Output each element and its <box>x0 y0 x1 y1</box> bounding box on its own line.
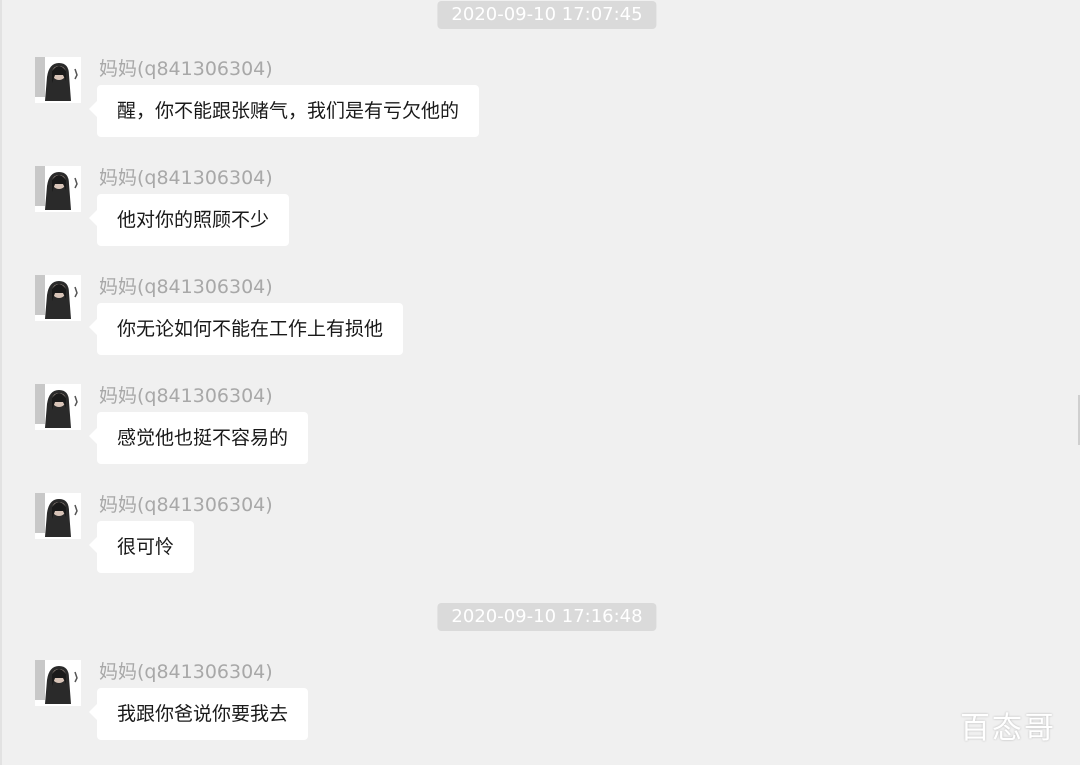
user-avatar-photo-icon[interactable] <box>35 57 81 103</box>
sender-name: 妈妈(q841306304) <box>99 385 273 407</box>
message-row: 妈妈(q841306304) 很可怜 <box>35 493 735 583</box>
message-bubble[interactable]: 很可怜 <box>88 521 195 573</box>
timestamp-divider: 2020-09-10 17:07:45 <box>437 1 657 29</box>
message-bubble[interactable]: 他对你的照顾不少 <box>88 194 290 246</box>
sender-name: 妈妈(q841306304) <box>99 58 273 80</box>
message-row: 妈妈(q841306304) 你无论如何不能在工作上有损他 <box>35 275 735 365</box>
sender-name: 妈妈(q841306304) <box>99 494 273 516</box>
sender-name: 妈妈(q841306304) <box>99 276 273 298</box>
user-avatar-photo-icon[interactable] <box>35 384 81 430</box>
watermark-text: 百态哥 <box>960 711 1056 746</box>
message-bubble[interactable]: 感觉他也挺不容易的 <box>88 412 309 464</box>
message-row: 妈妈(q841306304) 醒，你不能跟张赌气，我们是有亏欠他的 <box>35 57 735 147</box>
window-left-border <box>0 0 2 765</box>
message-row: 妈妈(q841306304) 他对你的照顾不少 <box>35 166 735 256</box>
message-bubble[interactable]: 醒，你不能跟张赌气，我们是有亏欠他的 <box>88 85 480 137</box>
message-row: 妈妈(q841306304) 我跟你爸说你要我去 <box>35 660 735 750</box>
user-avatar-photo-icon[interactable] <box>35 493 81 539</box>
user-avatar-photo-icon[interactable] <box>35 166 81 212</box>
timestamp-divider: 2020-09-10 17:16:48 <box>437 603 657 631</box>
user-avatar-photo-icon[interactable] <box>35 275 81 321</box>
message-row: 妈妈(q841306304) 感觉他也挺不容易的 <box>35 384 735 474</box>
user-avatar-photo-icon[interactable] <box>35 660 81 706</box>
sender-name: 妈妈(q841306304) <box>99 167 273 189</box>
message-bubble[interactable]: 你无论如何不能在工作上有损他 <box>88 303 404 355</box>
message-bubble[interactable]: 我跟你爸说你要我去 <box>88 688 309 740</box>
sender-name: 妈妈(q841306304) <box>99 661 273 683</box>
